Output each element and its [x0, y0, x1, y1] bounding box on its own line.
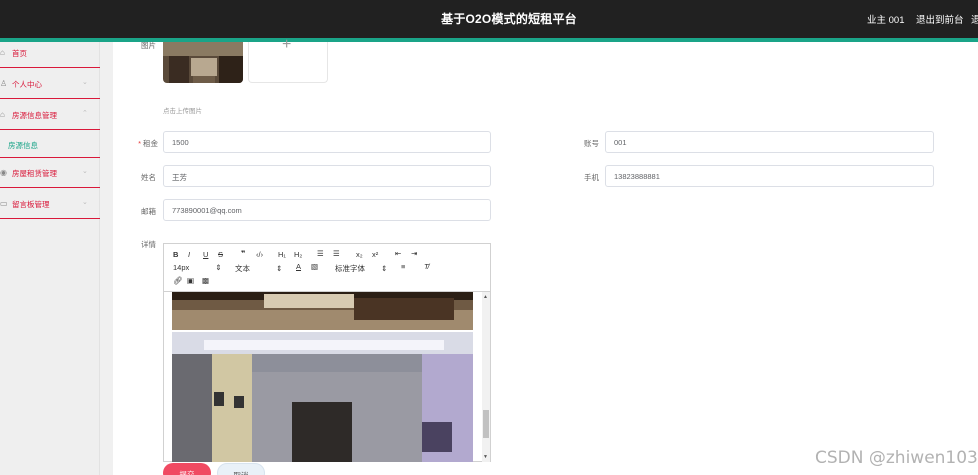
rent-label-text: 租金	[143, 139, 158, 148]
font-size-select[interactable]: 14px ⇕	[173, 263, 222, 272]
chevron-up-icon: ⌃	[82, 110, 88, 117]
required-asterisk: *	[138, 139, 141, 148]
outdent-icon[interactable]: ⇤	[395, 249, 401, 258]
editor-scrollbar[interactable]: ▲ ▼	[482, 292, 490, 462]
sidebar-subitem-listing-info[interactable]: 房源信息	[0, 130, 100, 158]
editor-content[interactable]	[164, 292, 490, 462]
app-root: 基于O2O模式的短租平台 业主 001 退出到前台 退 ⌂ 首页 ♙ 个人中心 …	[0, 0, 978, 475]
superscript-icon[interactable]: x²	[372, 250, 378, 259]
chevron-updown-icon: ⇕	[381, 264, 388, 273]
logout-front-link[interactable]: 退出到前台	[916, 12, 964, 26]
sidebar-item-home[interactable]: ⌂ 首页	[0, 38, 100, 68]
house-icon: ⌂	[0, 110, 5, 119]
page-title: 基于O2O模式的短租平台	[441, 12, 577, 26]
rent-input[interactable]: 1500	[163, 131, 491, 153]
email-label: 邮箱	[141, 207, 156, 216]
watermark-text: CSDN @zhiwen103	[815, 448, 978, 468]
chevron-updown-icon: ⇕	[276, 264, 283, 273]
heading2-icon[interactable]: H₂	[294, 250, 302, 259]
text-style-select[interactable]: 文本 ⇕	[235, 263, 282, 274]
chevron-updown-icon: ⇕	[215, 263, 222, 272]
chevron-down-icon: ⌄	[82, 79, 88, 86]
blockquote-icon[interactable]: ❞	[241, 249, 245, 258]
comment-icon: ▭	[0, 199, 8, 208]
logout-link[interactable]: 退	[971, 12, 978, 26]
italic-icon[interactable]: I	[188, 250, 190, 259]
sidebar-item-label: 留言板管理	[12, 200, 50, 209]
code-block-icon[interactable]: ‹/›	[256, 250, 263, 259]
image-upload-button[interactable]: +	[248, 36, 328, 83]
sidebar: ⌂ 首页 ♙ 个人中心 ⌄ ⌂ 房源信息管理 ⌃ 房源信息 ◉ 房屋租赁管理 ⌄…	[0, 42, 100, 475]
strikethrough-icon[interactable]: S	[218, 250, 223, 259]
name-input[interactable]: 王芳	[163, 165, 491, 187]
sidebar-item-label: 首页	[12, 49, 27, 58]
account-label: 账号	[584, 139, 599, 148]
sidebar-item-personal-center[interactable]: ♙ 个人中心 ⌄	[0, 69, 100, 99]
scroll-up-icon[interactable]: ▲	[483, 294, 488, 300]
name-label: 姓名	[141, 173, 156, 182]
account-input[interactable]: 001	[605, 131, 934, 153]
email-input[interactable]: 773890001@qq.com	[163, 199, 491, 221]
image-icon[interactable]: ▣	[187, 276, 194, 285]
user-name: 业主 001	[867, 15, 905, 26]
user-icon: ♙	[0, 79, 8, 88]
scroll-down-icon[interactable]: ▼	[483, 454, 488, 460]
font-family-value: 标准字体	[335, 264, 365, 273]
scroll-thumb[interactable]	[483, 410, 489, 438]
font-family-select[interactable]: 标准字体 ⇕	[335, 263, 387, 274]
cancel-button[interactable]: 取消	[217, 463, 265, 475]
chevron-down-icon: ⌄	[82, 168, 88, 175]
sidebar-item-label: 房屋租赁管理	[12, 169, 57, 178]
uploaded-image-thumbnail[interactable]	[163, 42, 243, 83]
plus-icon: +	[282, 36, 292, 53]
editor-content-images	[172, 292, 473, 462]
bold-icon[interactable]: B	[173, 250, 178, 259]
phone-input[interactable]: 13823888881	[605, 165, 934, 187]
detail-label: 详情	[141, 240, 156, 249]
sidebar-item-listing-management[interactable]: ⌂ 房源信息管理 ⌃	[0, 100, 100, 130]
submit-button[interactable]: 提交	[163, 463, 211, 475]
home-icon: ⌂	[0, 48, 5, 57]
sidebar-item-label: 房源信息管理	[12, 111, 57, 120]
bullet-list-icon[interactable]: ☰	[333, 249, 340, 258]
link-icon[interactable]: 🔗︎	[173, 276, 183, 285]
align-icon[interactable]: ≡	[401, 262, 405, 271]
indent-icon[interactable]: ⇥	[411, 249, 417, 258]
subscript-icon[interactable]: x₂	[356, 250, 363, 259]
video-icon[interactable]: ▩	[202, 276, 209, 285]
rent-label: * 租金	[118, 138, 158, 149]
image-label: 图片	[141, 41, 156, 50]
heading1-icon[interactable]: H₁	[278, 250, 286, 259]
sidebar-item-label: 个人中心	[12, 80, 42, 89]
ordered-list-icon[interactable]: ☰	[317, 249, 324, 258]
font-color-icon[interactable]: A	[296, 262, 301, 271]
rich-text-editor[interactable]: B I U S ❞ ‹/› H₁ H₂ ☰ ☰ x₂ x² ⇤ ⇥ 14px ⇕ …	[163, 243, 491, 462]
text-style-value: 文本	[235, 264, 250, 273]
upload-hint-text: 点击上传图片	[163, 108, 202, 115]
pin-icon: ◉	[0, 168, 7, 177]
phone-label: 手机	[584, 173, 599, 182]
chevron-down-icon: ⌄	[82, 199, 88, 206]
background-color-icon[interactable]: ▧	[311, 262, 318, 271]
clear-format-icon[interactable]: T̸	[424, 262, 429, 271]
sidebar-item-message-board[interactable]: ▭ 留言板管理 ⌄	[0, 189, 100, 219]
font-size-value: 14px	[173, 263, 190, 272]
editor-toolbar: B I U S ❞ ‹/› H₁ H₂ ☰ ☰ x₂ x² ⇤ ⇥ 14px ⇕ …	[164, 244, 490, 292]
sidebar-subitem-label: 房源信息	[8, 141, 38, 150]
sidebar-item-rental-management[interactable]: ◉ 房屋租赁管理 ⌄	[0, 158, 100, 188]
underline-icon[interactable]: U	[203, 250, 208, 259]
